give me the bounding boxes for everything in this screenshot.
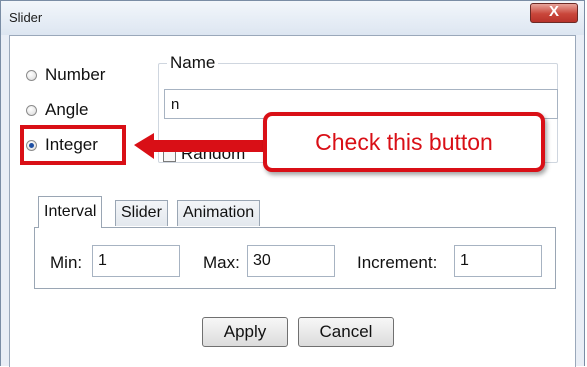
radio-number[interactable] (26, 69, 37, 81)
name-legend: Name (167, 53, 219, 73)
increment-input[interactable] (454, 245, 542, 277)
close-button[interactable]: X (530, 3, 578, 23)
radio-number-label[interactable]: Number (45, 65, 105, 85)
annotation-arrow (134, 133, 264, 159)
max-label: Max: (203, 253, 240, 272)
tab-slider[interactable]: Slider (115, 200, 168, 226)
integer-highlight-box (20, 125, 126, 165)
slider-dialog: Slider X (0, 0, 585, 367)
radio-number-option[interactable]: Number (26, 64, 105, 86)
apply-button[interactable]: Apply (202, 317, 288, 347)
min-label: Min: (50, 253, 83, 272)
tab-interval[interactable]: Interval (38, 196, 103, 228)
title-bar: Slider X (1, 1, 584, 35)
increment-label: Increment: (357, 253, 438, 272)
arrow-icon (134, 133, 264, 159)
radio-angle-option[interactable]: Angle (26, 99, 88, 121)
annotation-callout: Check this button (263, 112, 545, 172)
max-input[interactable] (247, 245, 335, 277)
window-title: Slider (9, 10, 43, 25)
min-input[interactable] (92, 245, 180, 277)
tab-animation[interactable]: Animation (177, 200, 261, 226)
close-icon: X (548, 3, 559, 20)
radio-angle-label[interactable]: Angle (45, 100, 88, 120)
radio-angle[interactable] (26, 104, 37, 116)
cancel-button[interactable]: Cancel (298, 317, 394, 347)
